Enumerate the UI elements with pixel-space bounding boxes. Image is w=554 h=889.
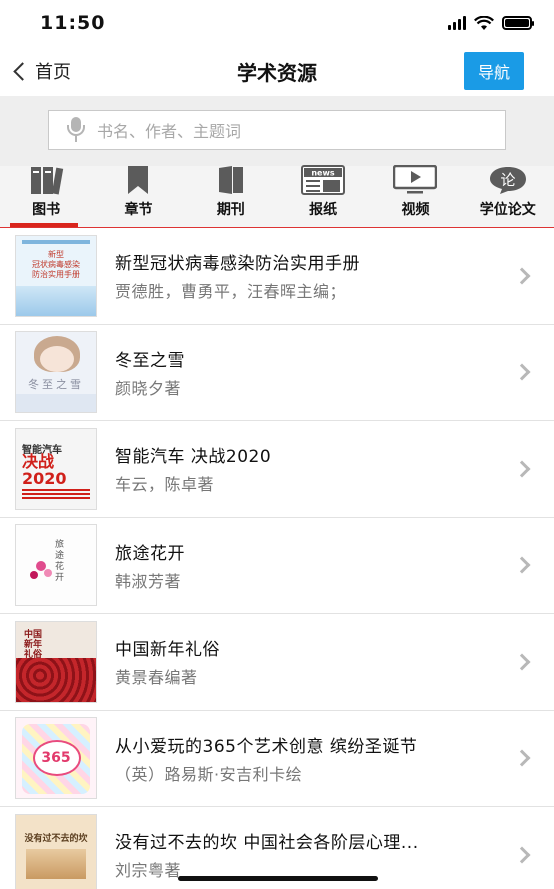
- search-placeholder: 书名、作者、主题词: [97, 122, 242, 141]
- book-author: 黄景春编著: [115, 668, 198, 688]
- svg-text:论: 论: [500, 171, 515, 189]
- microphone-icon[interactable]: [65, 117, 87, 143]
- book-author: 贾德胜，曹勇平，汪春晖主编；: [115, 282, 347, 302]
- system-icons: [448, 15, 534, 31]
- book-title: 从小爱玩的365个艺术创意 缤纷圣诞节: [115, 736, 418, 757]
- tab-label: 期刊: [216, 202, 245, 218]
- book-cover: 中国 新年 礼俗: [15, 620, 97, 703]
- tab-journals[interactable]: 期刊: [185, 166, 277, 227]
- chevron-left-icon: [13, 61, 32, 81]
- book-title: 旅途花开: [115, 543, 185, 564]
- book-title: 中国新年礼俗: [115, 640, 220, 661]
- list-item[interactable]: 旅途花开 旅途花开 韩淑芳著: [0, 518, 554, 614]
- book-title: 智能汽车 决战2020: [115, 447, 272, 468]
- tab-theses[interactable]: 论 学位论文: [462, 166, 554, 227]
- academic-resources-screen: 11:50 首页 学术资源 导航 书名、作者、主题词 图书 章节 期刊 news…: [0, 0, 554, 889]
- thesis-icon: 论: [488, 165, 528, 195]
- tab-label: 视频: [401, 202, 430, 218]
- book-title: 新型冠状病毒感染防治实用手册: [115, 254, 360, 275]
- signal-icon: [448, 16, 466, 30]
- book-list: 新型 冠状病毒感染 防治实用手册 新型冠状病毒感染防治实用手册 贾德胜，曹勇平，…: [0, 228, 554, 889]
- status-time: 11:50: [40, 12, 106, 34]
- newspaper-icon: news: [301, 165, 346, 195]
- book-title: 没有过不去的坎 中国社会各阶层心理...: [115, 833, 419, 854]
- tab-label: 报纸: [309, 202, 338, 218]
- book-cover: 没有过不去的坎: [15, 813, 97, 889]
- book-author: 车云，陈卓著: [115, 475, 215, 495]
- book-author: 韩淑芳著: [115, 571, 182, 591]
- search-area: 书名、作者、主题词: [0, 96, 554, 166]
- book-cover: 365: [15, 717, 97, 800]
- list-item[interactable]: 智能汽车 决战 2020 智能汽车 决战2020 车云，陈卓著: [0, 421, 554, 518]
- list-item[interactable]: 中国 新年 礼俗 中国新年礼俗 黄景春编著: [0, 614, 554, 711]
- status-bar: 11:50: [0, 0, 554, 46]
- book-cover: 智能汽车 决战 2020: [15, 427, 97, 510]
- video-icon: [393, 165, 438, 195]
- tab-label: 图书: [32, 202, 61, 218]
- book-author: 颜晓夕著: [115, 378, 182, 398]
- book-cover: 旅途花开: [15, 524, 97, 607]
- journal-icon: [216, 165, 246, 195]
- tab-label: 章节: [124, 202, 153, 218]
- list-item[interactable]: 365 从小爱玩的365个艺术创意 缤纷圣诞节 （英）路易斯·安吉利卡绘: [0, 711, 554, 807]
- tab-newspapers[interactable]: news 报纸: [277, 165, 369, 227]
- guide-button[interactable]: 导航: [463, 52, 524, 90]
- bookmark-icon: [125, 165, 151, 195]
- books-icon: [28, 165, 64, 195]
- list-item[interactable]: 冬至之雪 冬至之雪 颜晓夕著: [0, 325, 554, 421]
- list-item[interactable]: 新型 冠状病毒感染 防治实用手册 新型冠状病毒感染防治实用手册 贾德胜，曹勇平，…: [0, 228, 554, 325]
- tab-label: 学位论文: [479, 202, 536, 218]
- category-tabs: 图书 章节 期刊 news 报纸 视频 论 学位论文: [0, 165, 554, 228]
- home-indicator[interactable]: [178, 876, 378, 881]
- wifi-icon: [474, 15, 494, 30]
- tab-videos[interactable]: 视频: [369, 165, 461, 227]
- book-author: （英）路易斯·安吉利卡绘: [115, 764, 303, 784]
- back-button[interactable]: 首页: [10, 58, 71, 84]
- battery-icon: [502, 16, 534, 30]
- tab-chapters[interactable]: 章节: [92, 166, 184, 227]
- book-title: 冬至之雪: [115, 350, 185, 371]
- search-input[interactable]: 书名、作者、主题词: [48, 110, 506, 150]
- book-cover: 冬至之雪: [15, 331, 97, 414]
- tab-books[interactable]: 图书: [0, 166, 92, 227]
- svg-text:news: news: [312, 169, 336, 178]
- back-label: 首页: [35, 62, 71, 83]
- book-cover: 新型 冠状病毒感染 防治实用手册: [15, 234, 97, 317]
- nav-bar: 首页 学术资源 导航: [0, 46, 554, 96]
